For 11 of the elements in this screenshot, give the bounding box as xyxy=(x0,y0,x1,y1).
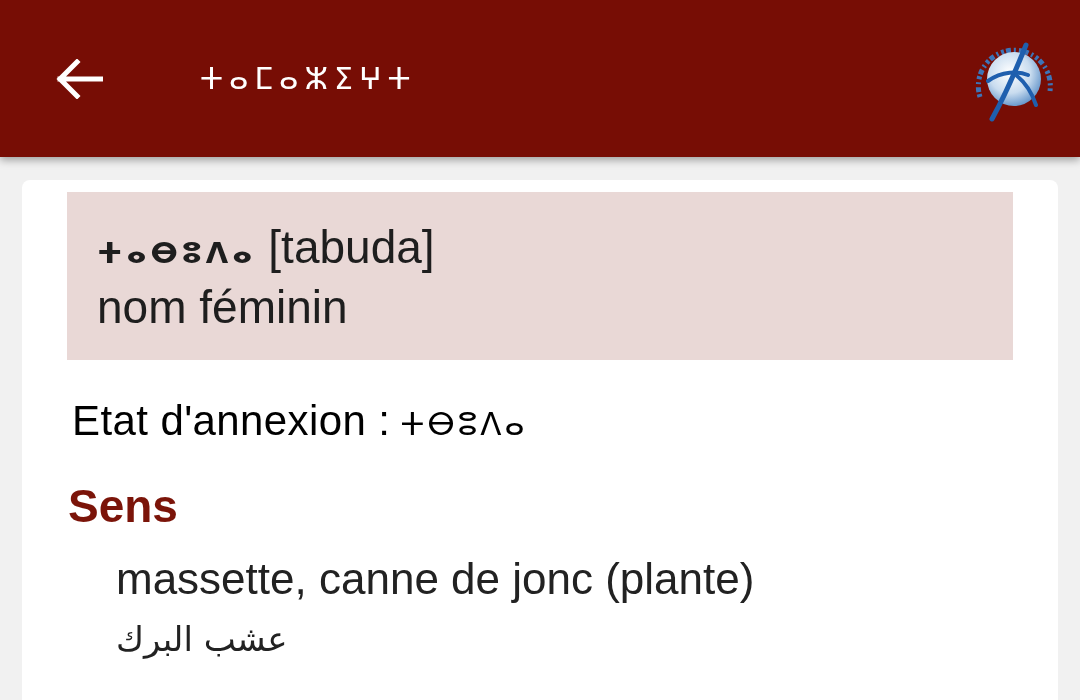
app-title: ⵜⴰⵎⴰⵣⵉⵖⵜ xyxy=(200,59,417,98)
annexation-value: ⵜⴱⵓⴷⴰ xyxy=(400,405,528,444)
transcription: [tabuda] xyxy=(268,220,435,274)
grammatical-category: nom féminin xyxy=(97,280,349,334)
arabic-meaning: عشب البرك xyxy=(116,618,288,661)
section-heading: Sens xyxy=(67,480,179,532)
arrow-left-icon xyxy=(55,58,103,99)
headword: ⵜⴰⴱⵓⴷⴰ xyxy=(97,235,257,272)
annexation-label: Etat d'annexion : xyxy=(72,396,391,445)
back-button[interactable] xyxy=(55,58,103,99)
french-meaning: massette, canne de jonc (plante) xyxy=(116,553,755,605)
